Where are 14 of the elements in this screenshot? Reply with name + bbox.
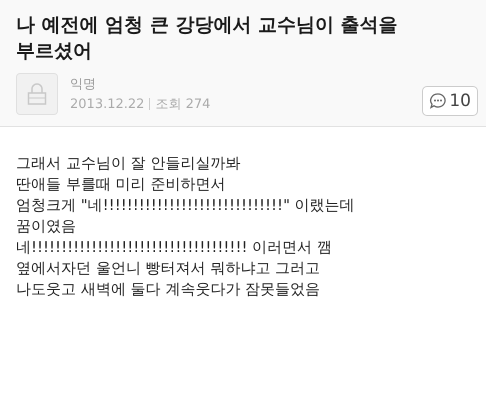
speech-bubble-icon — [429, 92, 448, 110]
comment-button[interactable]: 10 — [422, 86, 478, 116]
body-text-line: 그래서 교수님이 잘 안들리실까봐 — [16, 153, 242, 174]
body-text-line: 꿈이였음 — [16, 216, 77, 237]
body-text-line: 엄청크게 "네!!!!!!!!!!!!!!!!!!!!!!!!!!!!!!" 이랬는데 — [16, 195, 356, 216]
post-title: 나 예전에 엄청 큰 강당에서 교수님이 출석을 부르셨어 — [16, 13, 399, 64]
body-text-line: 옆에서자던 울언니 빵터져서 뭐하냐고 그러고 — [16, 258, 322, 279]
author-name: 익명 — [70, 76, 97, 93]
body-text-line: 나도웃고 새벽에 둘다 계속웃다가 잠못들었음 — [16, 279, 322, 300]
post-date: 2013.12.22 — [70, 96, 144, 112]
view-count: 조회 274 — [155, 96, 210, 113]
body-text-line: 네!!!!!!!!!!!!!!!!!!!!!!!!!!!!!!!!!!!! 이러면서 깸 — [16, 237, 334, 258]
lock-icon — [27, 83, 47, 105]
body-text-line: 딴애들 부를때 미리 준비하면서 — [16, 174, 226, 195]
